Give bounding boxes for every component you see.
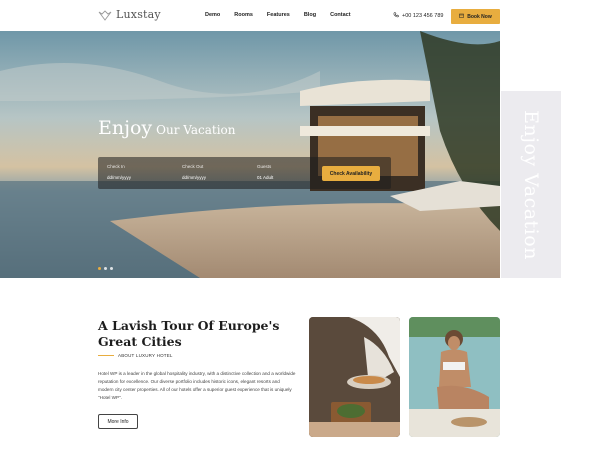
site-header: Luxstay Demo Rooms Features Blog Contact… [0,0,599,31]
guests-field[interactable]: Guests 01 Adult [257,164,273,180]
logo-text: Luxstay [116,8,161,21]
main-nav: Demo Rooms Features Blog Contact [205,12,365,18]
calendar-icon [459,13,465,20]
hero-slider: Enjoy Our Vacation Check In dd/mm/yyyy C… [0,31,500,278]
side-vertical-text: Enjoy Vacation [520,109,542,260]
checkout-input[interactable]: dd/mm/yyyy [182,175,206,180]
nav-item-demo[interactable]: Demo [205,12,220,18]
booking-form: Check In dd/mm/yyyy Check Out dd/mm/yyyy… [98,157,391,189]
nav-item-blog[interactable]: Blog [304,12,316,18]
hero-title-big: Enjoy [98,117,153,139]
hero-background-image [0,31,500,278]
hero-title: Enjoy Our Vacation [98,117,236,139]
checkout-field[interactable]: Check Out dd/mm/yyyy [182,164,206,180]
hero-title-small: Our Vacation [156,123,236,137]
check-availability-button[interactable]: Check Availability [322,166,380,181]
about-title: A Lavish Tour Of Europe's Great Cities [98,318,280,349]
book-now-label: Book Now [467,13,492,20]
phone-link[interactable]: +00 123 456 789 [393,12,443,20]
pool-woman-photo [409,317,500,437]
about-subtitle-text: ABOUT LUXURY HOTEL [118,353,173,358]
phone-number: +00 123 456 789 [402,13,444,19]
nav-item-contact[interactable]: Contact [330,12,350,18]
checkin-field[interactable]: Check In dd/mm/yyyy [107,164,131,180]
nav-item-features[interactable]: Features [267,12,290,18]
about-subtitle: ABOUT LUXURY HOTEL [98,353,173,358]
book-now-button[interactable]: Book Now [451,9,500,24]
slider-dots [98,267,113,270]
slider-dot[interactable] [110,267,113,270]
checkout-label: Check Out [182,164,204,169]
chef-photo [309,317,400,437]
checkin-input[interactable]: dd/mm/yyyy [107,175,131,180]
more-info-button[interactable]: More Info [98,414,138,429]
checkin-label: Check In [107,164,125,169]
subtitle-divider [98,355,114,356]
slider-dot[interactable] [104,267,107,270]
logo[interactable]: Luxstay [98,8,161,21]
nav-item-rooms[interactable]: Rooms [234,12,253,18]
about-body: Hotel WP is a leader in the global hospi… [98,371,296,400]
guests-select[interactable]: 01 Adult [257,175,273,180]
logo-icon [98,9,112,21]
phone-icon [393,12,399,20]
side-decor-panel: Enjoy Vacation [501,91,561,278]
guests-label: Guests [257,164,272,169]
slider-dot[interactable] [98,267,101,270]
